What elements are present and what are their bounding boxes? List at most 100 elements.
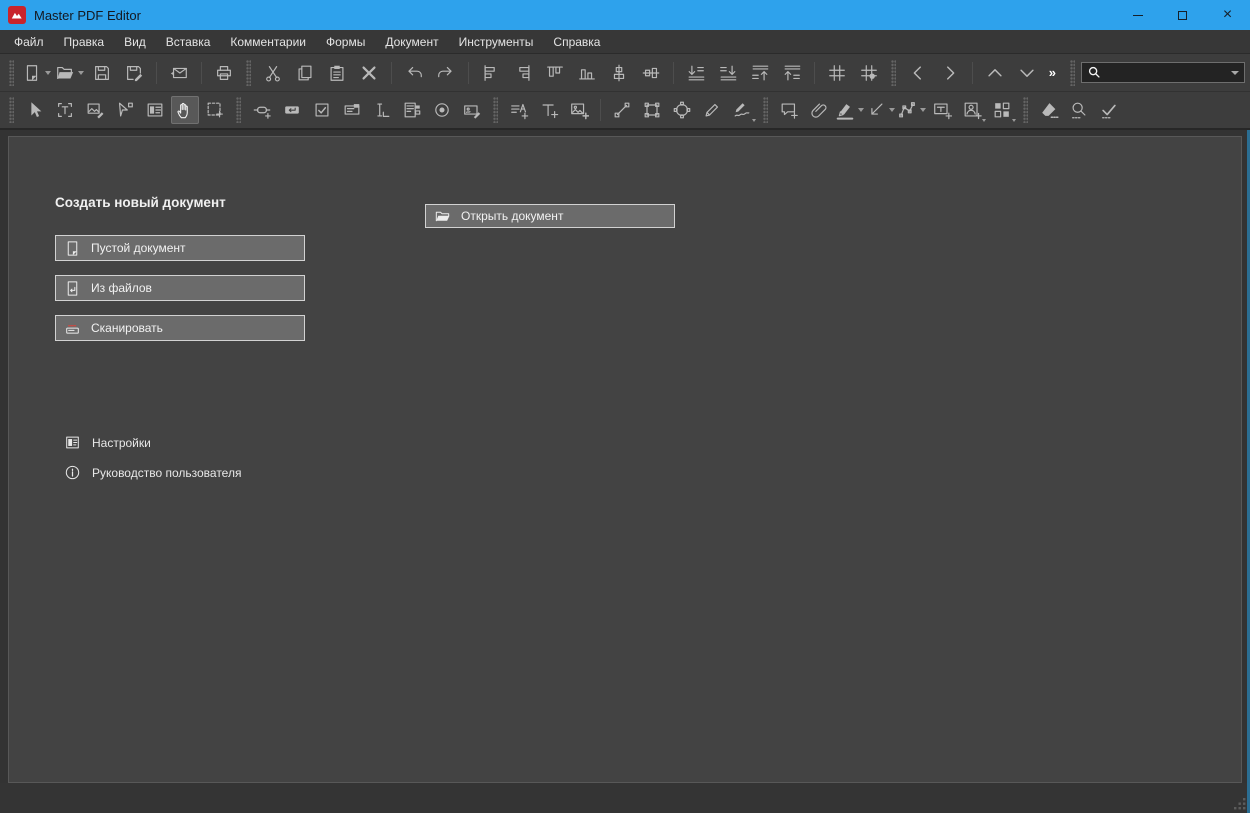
menu-item-5[interactable]: Комментарии bbox=[220, 31, 316, 53]
dropdown-caret-icon[interactable] bbox=[45, 71, 51, 75]
align-top-button[interactable] bbox=[541, 59, 569, 87]
bring-forward-button[interactable] bbox=[746, 59, 774, 87]
toolbar-grip[interactable] bbox=[246, 60, 251, 86]
toolbar-grip[interactable] bbox=[9, 97, 14, 123]
menu-item-4[interactable]: Вставка bbox=[156, 31, 221, 53]
send-backward-button[interactable] bbox=[682, 59, 710, 87]
menu-item-8[interactable]: Инструменты bbox=[449, 31, 544, 53]
scroll-up-button[interactable] bbox=[981, 59, 1009, 87]
maximize-button[interactable] bbox=[1160, 0, 1205, 30]
snap-to-grid-button[interactable] bbox=[855, 59, 883, 87]
arrow-tool-button[interactable] bbox=[866, 96, 895, 124]
edit-forms-button[interactable] bbox=[111, 96, 139, 124]
add-image-button[interactable] bbox=[565, 96, 593, 124]
save-as-button[interactable] bbox=[120, 59, 148, 87]
pencil-tool-button[interactable] bbox=[698, 96, 726, 124]
scroll-down-button[interactable] bbox=[1013, 59, 1041, 87]
copy-button[interactable] bbox=[291, 59, 319, 87]
toolbar-grip[interactable] bbox=[9, 60, 14, 86]
checkbox-field-button[interactable] bbox=[308, 96, 336, 124]
bring-to-front-button[interactable] bbox=[778, 59, 806, 87]
dropdown-caret-icon[interactable] bbox=[920, 108, 926, 112]
center-horizontal-button[interactable] bbox=[605, 59, 633, 87]
open-document-button[interactable]: Открыть документ bbox=[425, 204, 675, 228]
ellipse-tool-button[interactable] bbox=[668, 96, 696, 124]
open-document-button[interactable] bbox=[55, 59, 84, 87]
select-area-button[interactable] bbox=[201, 96, 229, 124]
menu-item-1[interactable]: Файл bbox=[4, 31, 54, 53]
stamp-tool-button[interactable] bbox=[958, 96, 986, 124]
cut-button[interactable] bbox=[259, 59, 287, 87]
dropdown-caret-icon[interactable] bbox=[78, 71, 84, 75]
combobox-field-button[interactable] bbox=[338, 96, 366, 124]
send-email-button[interactable] bbox=[165, 59, 193, 87]
align-left-button[interactable] bbox=[477, 59, 505, 87]
search-dropdown-caret-icon[interactable] bbox=[1231, 71, 1239, 75]
from-files-button[interactable]: Из файлов bbox=[55, 275, 305, 301]
add-text-field-button[interactable] bbox=[505, 96, 533, 124]
user-guide-link[interactable]: Руководство пользователя bbox=[64, 464, 241, 481]
menu-item-9[interactable]: Справка bbox=[543, 31, 610, 53]
polyline-tool-button[interactable] bbox=[897, 96, 926, 124]
send-to-back-button[interactable] bbox=[714, 59, 742, 87]
edit-image-button[interactable] bbox=[81, 96, 109, 124]
blank-document-button[interactable]: Пустой документ bbox=[55, 235, 305, 261]
align-right-button[interactable] bbox=[509, 59, 537, 87]
close-button[interactable]: × bbox=[1205, 0, 1250, 30]
radio-field-button[interactable] bbox=[428, 96, 456, 124]
button-field-button[interactable] bbox=[278, 96, 306, 124]
dropdown-caret-icon[interactable] bbox=[982, 119, 986, 122]
menu-item-3[interactable]: Вид bbox=[114, 31, 156, 53]
next-page-button[interactable] bbox=[936, 59, 964, 87]
add-text-button[interactable] bbox=[535, 96, 563, 124]
toolbar-grip[interactable] bbox=[493, 97, 498, 123]
validate-button[interactable] bbox=[1095, 96, 1123, 124]
settings-link[interactable]: Настройки bbox=[64, 434, 241, 451]
line-tool-button[interactable] bbox=[608, 96, 636, 124]
menu-item-2[interactable]: Правка bbox=[54, 31, 115, 53]
page-thumbnails-button[interactable] bbox=[988, 96, 1016, 124]
redo-button[interactable] bbox=[432, 59, 460, 87]
print-button[interactable] bbox=[210, 59, 238, 87]
scan-button[interactable]: Сканировать bbox=[55, 315, 305, 341]
redact-button[interactable] bbox=[1035, 96, 1063, 124]
previous-page-button[interactable] bbox=[904, 59, 932, 87]
show-grid-button[interactable] bbox=[823, 59, 851, 87]
toolbar-overflow-button[interactable]: » bbox=[1049, 65, 1056, 80]
minimize-button[interactable] bbox=[1115, 0, 1160, 30]
undo-button[interactable] bbox=[400, 59, 428, 87]
new-document-button[interactable] bbox=[22, 59, 51, 87]
search-input[interactable] bbox=[1102, 66, 1231, 80]
add-link-button[interactable] bbox=[248, 96, 276, 124]
toolbar-grip[interactable] bbox=[236, 97, 241, 123]
menu-item-6[interactable]: Формы bbox=[316, 31, 375, 53]
search-box[interactable] bbox=[1081, 62, 1245, 83]
toolbar-grip[interactable] bbox=[1023, 97, 1028, 123]
paste-button[interactable] bbox=[323, 59, 351, 87]
edit-text-button[interactable] bbox=[51, 96, 79, 124]
text-box-button[interactable] bbox=[928, 96, 956, 124]
toolbar-grip[interactable] bbox=[891, 60, 896, 86]
signature-field-button[interactable] bbox=[458, 96, 486, 124]
form-properties-button[interactable] bbox=[141, 96, 169, 124]
hand-tool-button[interactable] bbox=[171, 96, 199, 124]
highlight-text-button[interactable] bbox=[835, 96, 864, 124]
toolbar-grip[interactable] bbox=[763, 97, 768, 123]
list-field-button[interactable] bbox=[398, 96, 426, 124]
dropdown-caret-icon[interactable] bbox=[889, 108, 895, 112]
delete-button[interactable] bbox=[355, 59, 383, 87]
menu-item-7[interactable]: Документ bbox=[375, 31, 448, 53]
center-vertical-button[interactable] bbox=[637, 59, 665, 87]
free-highlight-button[interactable] bbox=[728, 96, 756, 124]
dropdown-caret-icon[interactable] bbox=[1012, 119, 1016, 122]
search-text-button[interactable] bbox=[1065, 96, 1093, 124]
align-bottom-button[interactable] bbox=[573, 59, 601, 87]
select-tool-button[interactable] bbox=[21, 96, 49, 124]
dropdown-caret-icon[interactable] bbox=[752, 119, 756, 122]
toolbar-grip[interactable] bbox=[1070, 60, 1075, 86]
rectangle-tool-button[interactable] bbox=[638, 96, 666, 124]
sticky-note-button[interactable] bbox=[775, 96, 803, 124]
dropdown-caret-icon[interactable] bbox=[858, 108, 864, 112]
attach-file-button[interactable] bbox=[805, 96, 833, 124]
resize-grip[interactable] bbox=[1234, 798, 1246, 810]
